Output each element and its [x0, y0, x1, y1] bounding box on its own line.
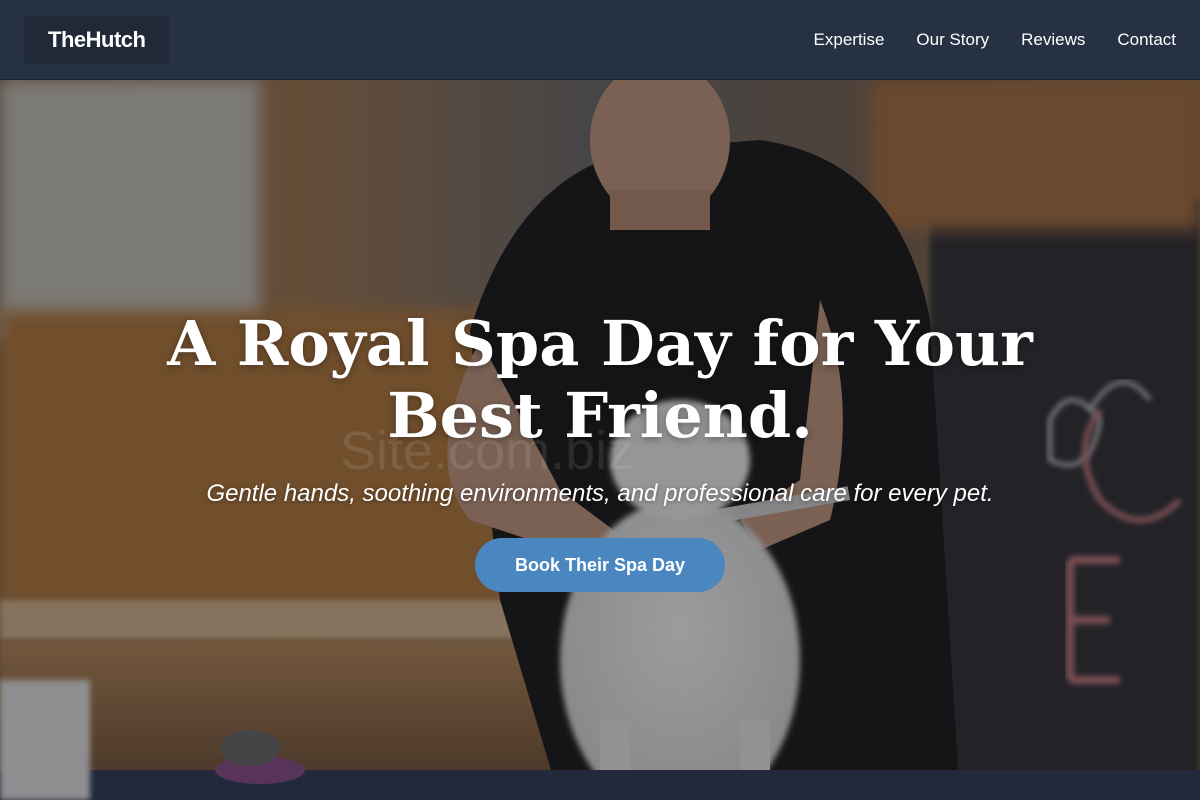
nav-link-our-story[interactable]: Our Story [916, 30, 989, 50]
nav-link-contact[interactable]: Contact [1117, 30, 1176, 50]
hero-section: Site.com.biz A Royal Spa Day for Your Be… [0, 80, 1200, 800]
hero-content: A Royal Spa Day for Your Best Friend. Ge… [0, 80, 1200, 800]
hero-subtitle: Gentle hands, soothing environments, and… [206, 480, 994, 507]
book-spa-day-button[interactable]: Book Their Spa Day [475, 538, 725, 592]
navbar: TheHutch Expertise Our Story Reviews Con… [0, 0, 1200, 80]
nav-link-expertise[interactable]: Expertise [814, 30, 885, 50]
hero-title: A Royal Spa Day for Your Best Friend. [167, 307, 1033, 452]
nav-link-reviews[interactable]: Reviews [1021, 30, 1085, 50]
nav-links: Expertise Our Story Reviews Contact [814, 30, 1176, 50]
site-logo[interactable]: TheHutch [24, 15, 170, 64]
